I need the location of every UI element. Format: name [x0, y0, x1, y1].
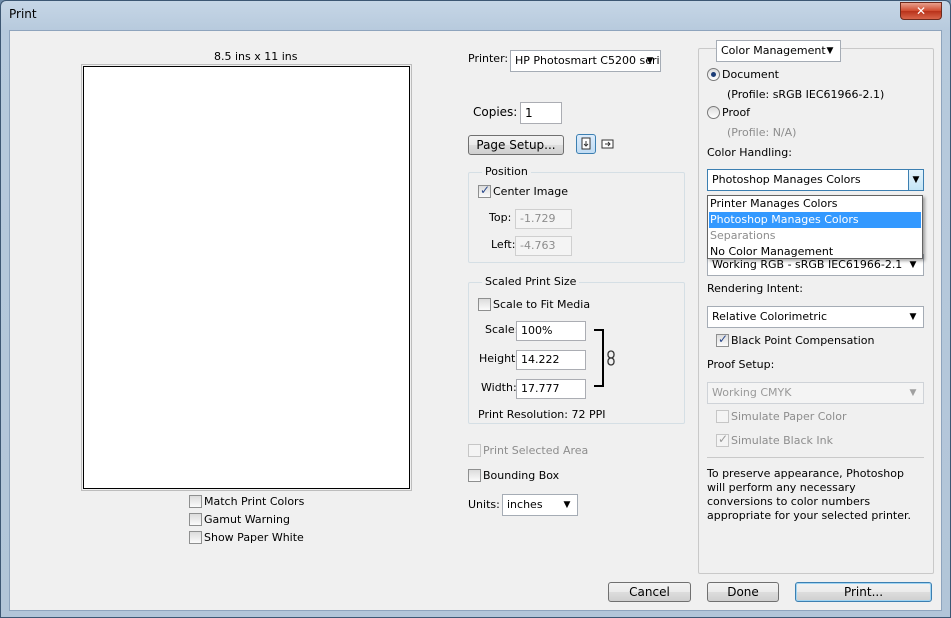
- left-input[interactable]: -4.763: [515, 236, 572, 256]
- rendering-intent-select[interactable]: Relative Colorimetric ▼: [707, 306, 924, 328]
- color-handling-value: Photoshop Manages Colors: [712, 173, 861, 186]
- printer-value: HP Photosmart C5200 series: [515, 54, 661, 67]
- chevron-down-icon: ▼: [826, 46, 834, 56]
- units-value: inches: [507, 498, 543, 511]
- chevron-down-icon: ▼: [563, 500, 571, 510]
- simulate-paper-color-checkbox[interactable]: [716, 410, 729, 423]
- cancel-button[interactable]: Cancel: [608, 582, 691, 602]
- print-button[interactable]: Print...: [795, 582, 932, 602]
- left-label: Left:: [491, 238, 516, 251]
- proof-setup-label: Proof Setup:: [707, 358, 775, 371]
- height-label: Height:: [479, 352, 520, 365]
- color-description: To preserve appearance, Photoshop will p…: [707, 467, 911, 522]
- copies-label: Copies:: [473, 105, 518, 119]
- scale-input[interactable]: 100%: [516, 321, 586, 341]
- black-point-compensation-label: Black Point Compensation: [731, 334, 875, 347]
- proof-profile: (Profile: N/A): [727, 126, 797, 139]
- top-label: Top:: [489, 211, 512, 224]
- position-group-title: Position: [482, 165, 531, 178]
- match-print-colors-checkbox[interactable]: [189, 495, 202, 508]
- scaled-print-size-title: Scaled Print Size: [482, 275, 580, 288]
- printer-select[interactable]: HP Photosmart C5200 series ▼: [510, 50, 661, 72]
- black-point-compensation-checkbox[interactable]: [716, 332, 729, 347]
- portrait-orientation-button[interactable]: [576, 134, 596, 154]
- simulate-black-ink-label: Simulate Black Ink: [731, 434, 833, 447]
- chevron-down-icon: ▼: [908, 170, 923, 190]
- gamut-warning-checkbox[interactable]: [189, 513, 202, 526]
- bounding-box-checkbox[interactable]: [468, 469, 481, 482]
- paper-size-label: 8.5 ins x 11 ins: [214, 50, 298, 63]
- done-button[interactable]: Done: [707, 582, 779, 602]
- portrait-orientation-icon: [581, 137, 591, 150]
- option-separations: Separations: [710, 229, 776, 242]
- proportion-bracket: [594, 329, 604, 387]
- separator-line: [707, 457, 924, 458]
- page-setup-button[interactable]: Page Setup...: [468, 135, 564, 155]
- color-management-select[interactable]: Color Management ▼: [716, 40, 841, 62]
- show-paper-white-label: Show Paper White: [204, 531, 304, 544]
- show-paper-white-checkbox[interactable]: [189, 531, 202, 544]
- chevron-down-icon: ▼: [909, 312, 917, 322]
- rendering-intent-label: Rendering Intent:: [707, 282, 803, 295]
- center-image-label: Center Image: [493, 185, 568, 198]
- option-photoshop-manages-colors[interactable]: Photoshop Manages Colors: [709, 212, 921, 228]
- landscape-orientation-icon: [601, 139, 614, 149]
- window-title: Print: [9, 7, 37, 21]
- left-value: -4.763: [520, 239, 556, 252]
- top-value: -1.729: [520, 212, 556, 225]
- print-label: Print...: [843, 585, 884, 599]
- proof-setup-value: Working CMYK: [712, 386, 792, 399]
- copies-input[interactable]: 1: [520, 102, 562, 124]
- print-selected-area-label: Print Selected Area: [483, 444, 589, 457]
- bounding-box-label: Bounding Box: [483, 469, 560, 482]
- title-bar[interactable]: Print ✕: [1, 1, 950, 29]
- done-label: Done: [727, 585, 759, 599]
- document-radio[interactable]: [707, 68, 720, 81]
- color-handling-select[interactable]: Photoshop Manages Colors ▼: [707, 169, 924, 191]
- proof-setup-select[interactable]: Working CMYK ▼: [707, 382, 924, 404]
- rendering-intent-value: Relative Colorimetric: [712, 310, 828, 323]
- close-icon: ✕: [915, 4, 927, 18]
- gamut-warning-label: Gamut Warning: [204, 513, 290, 526]
- height-value: 14.222: [521, 353, 560, 366]
- color-handling-label: Color Handling:: [707, 146, 792, 159]
- scale-to-fit-checkbox[interactable]: [478, 298, 491, 311]
- close-button[interactable]: ✕: [900, 2, 942, 20]
- copies-value: 1: [525, 106, 533, 120]
- simulate-paper-color-label: Simulate Paper Color: [731, 410, 847, 423]
- proof-radio[interactable]: [707, 106, 720, 119]
- document-profile: (Profile: sRGB IEC61966-2.1): [727, 88, 885, 101]
- print-dialog-window: Print ✕ 8.5 ins x 11 ins Match Print Col…: [0, 0, 951, 618]
- option-printer-manages-colors[interactable]: Printer Manages Colors: [709, 196, 921, 212]
- chevron-down-icon: ▼: [909, 388, 917, 398]
- scale-to-fit-label: Scale to Fit Media: [493, 298, 591, 311]
- width-label: Width:: [481, 381, 517, 394]
- color-handling-dropdown-list: Printer Manages Colors Photoshop Manages…: [707, 195, 923, 259]
- option-no-color-management[interactable]: No Color Management: [709, 244, 921, 260]
- chevron-down-icon: ▼: [646, 56, 654, 66]
- units-select[interactable]: inches ▼: [502, 494, 578, 516]
- simulate-black-ink-checkbox[interactable]: [716, 432, 729, 447]
- units-label: Units:: [468, 498, 500, 511]
- landscape-orientation-button[interactable]: [599, 135, 617, 153]
- center-image-checkbox[interactable]: [478, 183, 491, 198]
- top-input[interactable]: -1.729: [515, 209, 572, 229]
- height-input[interactable]: 14.222: [516, 350, 586, 370]
- width-input[interactable]: 17.777: [516, 379, 586, 399]
- page-setup-label: Page Setup...: [476, 138, 556, 152]
- proof-label: Proof: [722, 106, 751, 119]
- print-resolution-label: Print Resolution: 72 PPI: [478, 408, 606, 421]
- print-selected-area-checkbox[interactable]: [468, 444, 481, 457]
- chain-link-icon[interactable]: [606, 350, 616, 366]
- dialog-body: 8.5 ins x 11 ins Match Print Colors Gamu…: [9, 30, 942, 611]
- printer-label: Printer:: [468, 52, 509, 65]
- color-management-value: Color Management: [721, 44, 826, 57]
- match-print-colors-label: Match Print Colors: [204, 495, 305, 508]
- document-label: Document: [722, 68, 779, 81]
- width-value: 17.777: [521, 382, 560, 395]
- scale-label: Scale:: [485, 323, 519, 336]
- cancel-label: Cancel: [629, 585, 670, 599]
- print-preview-paper[interactable]: [81, 64, 412, 491]
- scale-value: 100%: [521, 324, 553, 337]
